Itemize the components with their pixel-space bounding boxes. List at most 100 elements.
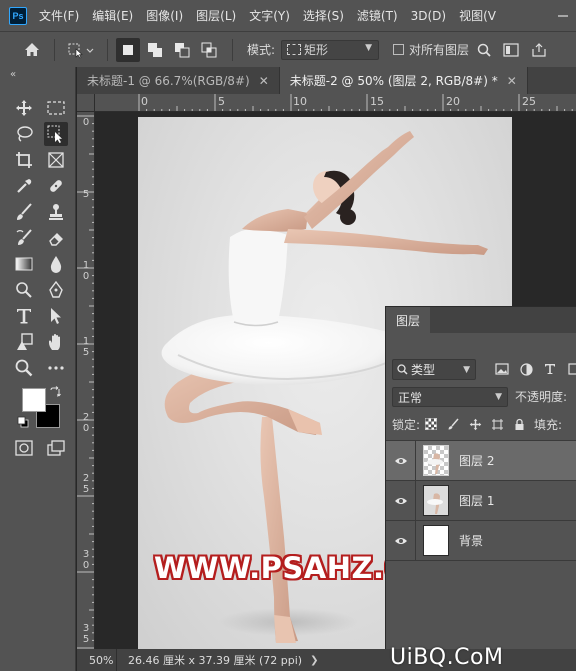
ruler-label: 5 [218, 95, 225, 108]
menu-3d[interactable]: 3D(D) [411, 9, 446, 23]
chevron-down-icon: ▼ [495, 392, 502, 402]
crop-tool-icon[interactable] [12, 148, 36, 172]
brush-tool-icon[interactable] [12, 200, 36, 224]
options-bar: 模式: 矩形 ▼ 对所有图层 [0, 31, 576, 67]
path-selection-tool-icon[interactable] [44, 304, 68, 328]
intersect-selection-button[interactable] [197, 38, 221, 62]
default-colors-icon[interactable] [16, 415, 30, 429]
shape-tool-icon[interactable] [12, 330, 36, 354]
clone-stamp-tool-icon[interactable] [44, 200, 68, 224]
menu-file[interactable]: 文件(F) [39, 7, 79, 24]
blur-tool-icon[interactable] [44, 252, 68, 276]
menu-layer[interactable]: 图层(L) [196, 7, 236, 24]
minimize-icon[interactable] [550, 6, 576, 26]
healing-brush-tool-icon[interactable] [44, 174, 68, 198]
menu-bar: Ps 文件(F) 编辑(E) 图像(I) 图层(L) 文字(Y) 选择(S) 滤… [0, 0, 576, 31]
divider [107, 38, 108, 61]
layer-row[interactable]: 图层 2 [386, 440, 576, 481]
horizontal-ruler[interactable]: 0 5 10 15 20 25 [95, 94, 576, 112]
document-info: 26.46 厘米 x 37.39 厘米 (72 ppi) [128, 654, 303, 667]
vertical-ruler[interactable]: 0 5 1 0 1 5 2 0 2 5 3 0 3 5 [77, 112, 95, 649]
workspace-icon[interactable] [503, 42, 519, 57]
eyedropper-tool-icon[interactable] [12, 174, 36, 198]
tab-untitled-2[interactable]: 未标题-2 @ 50% (图层 2, RGB/8#) * ✕ [279, 67, 528, 94]
type-tool-icon[interactable] [12, 304, 36, 328]
ruler-label: 25 [522, 95, 536, 108]
foreground-color-swatch[interactable] [22, 388, 46, 412]
more-tools-icon[interactable] [44, 356, 68, 380]
new-selection-button[interactable] [116, 37, 140, 62]
layer-row[interactable]: 背景 [386, 520, 576, 561]
lock-transparent-pixels-icon[interactable] [420, 415, 442, 433]
lock-position-icon[interactable] [464, 415, 486, 433]
divider [232, 38, 233, 61]
eraser-tool-icon[interactable] [44, 226, 68, 250]
ruler-origin[interactable] [77, 94, 95, 112]
eye-icon[interactable] [386, 440, 416, 481]
sample-all-layers-checkbox[interactable] [393, 44, 405, 55]
menu-view[interactable]: 视图(V [459, 7, 496, 24]
eye-icon[interactable] [386, 520, 416, 561]
layer-filter-value: 类型 [411, 363, 436, 377]
layers-panel: 图层 类型 ▼ 正常 ▼ 不透明度: 锁定: 填充: 图层 2 图层 1 背景 [385, 306, 576, 649]
app-logo: Ps [9, 6, 27, 25]
object-selection-tool-icon[interactable] [44, 122, 68, 146]
swap-colors-icon[interactable] [48, 385, 62, 399]
tab-untitled-1[interactable]: 未标题-1 @ 66.7%(RGB/8#) ✕ [77, 67, 280, 94]
lock-image-pixels-icon[interactable] [442, 415, 464, 433]
tool-preset-picker[interactable] [63, 37, 99, 63]
pen-tool-icon[interactable] [44, 278, 68, 302]
gradient-tool-icon[interactable] [12, 252, 36, 276]
menu-filter[interactable]: 滤镜(T) [357, 7, 398, 24]
zoom-level[interactable]: 50% [77, 649, 117, 671]
menu-image[interactable]: 图像(I) [146, 7, 183, 24]
menu-type[interactable]: 文字(Y) [249, 7, 290, 24]
dodge-tool-icon[interactable] [12, 278, 36, 302]
opacity-label: 不透明度: [515, 390, 568, 404]
frame-tool-icon[interactable] [44, 148, 68, 172]
type-filter-icon[interactable] [538, 357, 562, 381]
move-tool-icon[interactable] [12, 96, 36, 120]
window-controls [538, 0, 576, 31]
home-icon[interactable] [18, 36, 46, 64]
lasso-tool-icon[interactable] [12, 122, 36, 146]
adjustment-filter-icon[interactable] [514, 357, 538, 381]
chevron-right-icon[interactable]: ❯ [310, 655, 318, 666]
menu-select[interactable]: 选择(S) [303, 7, 344, 24]
collapse-icon[interactable]: « [10, 69, 16, 80]
search-icon [397, 364, 408, 375]
close-icon[interactable]: ✕ [259, 74, 269, 88]
mode-value: 矩形 [304, 43, 329, 57]
lock-row: 锁定: 填充: [392, 415, 562, 433]
quick-mask-icon[interactable] [12, 436, 36, 460]
share-icon[interactable] [531, 42, 547, 57]
subtract-selection-button[interactable] [170, 38, 194, 62]
image-filter-icon[interactable] [490, 357, 514, 381]
search-icon[interactable] [477, 43, 491, 57]
ruler-label: 10 [293, 95, 307, 108]
chevron-down-icon: ▼ [365, 42, 373, 53]
tab-label: 未标题-1 @ 66.7%(RGB/8#) [87, 74, 250, 88]
blend-mode-select[interactable]: 正常 ▼ [392, 387, 508, 407]
close-icon[interactable]: ✕ [507, 74, 517, 88]
add-selection-button[interactable] [143, 38, 167, 62]
lock-artboard-icon[interactable] [486, 415, 508, 433]
chevron-down-icon: ▼ [463, 364, 470, 375]
tab-layers[interactable]: 图层 [386, 307, 431, 333]
hand-tool-icon[interactable] [44, 330, 68, 354]
mode-select[interactable]: 矩形 ▼ [281, 39, 380, 60]
marquee-tool-icon[interactable] [44, 96, 68, 120]
history-brush-tool-icon[interactable] [12, 226, 36, 250]
screen-mode-icon[interactable] [44, 436, 68, 460]
ruler-label: 1 5 [82, 336, 90, 358]
layer-row[interactable]: 图层 1 [386, 480, 576, 521]
divider [54, 38, 55, 61]
layer-filter-select[interactable]: 类型 ▼ [392, 359, 476, 380]
eye-icon[interactable] [386, 480, 416, 521]
tools-panel: « [0, 67, 76, 671]
lock-all-icon[interactable] [508, 415, 530, 433]
lock-label: 锁定: [392, 417, 421, 432]
zoom-tool-icon[interactable] [12, 356, 36, 380]
shape-filter-icon[interactable] [562, 357, 576, 381]
menu-edit[interactable]: 编辑(E) [92, 7, 133, 24]
